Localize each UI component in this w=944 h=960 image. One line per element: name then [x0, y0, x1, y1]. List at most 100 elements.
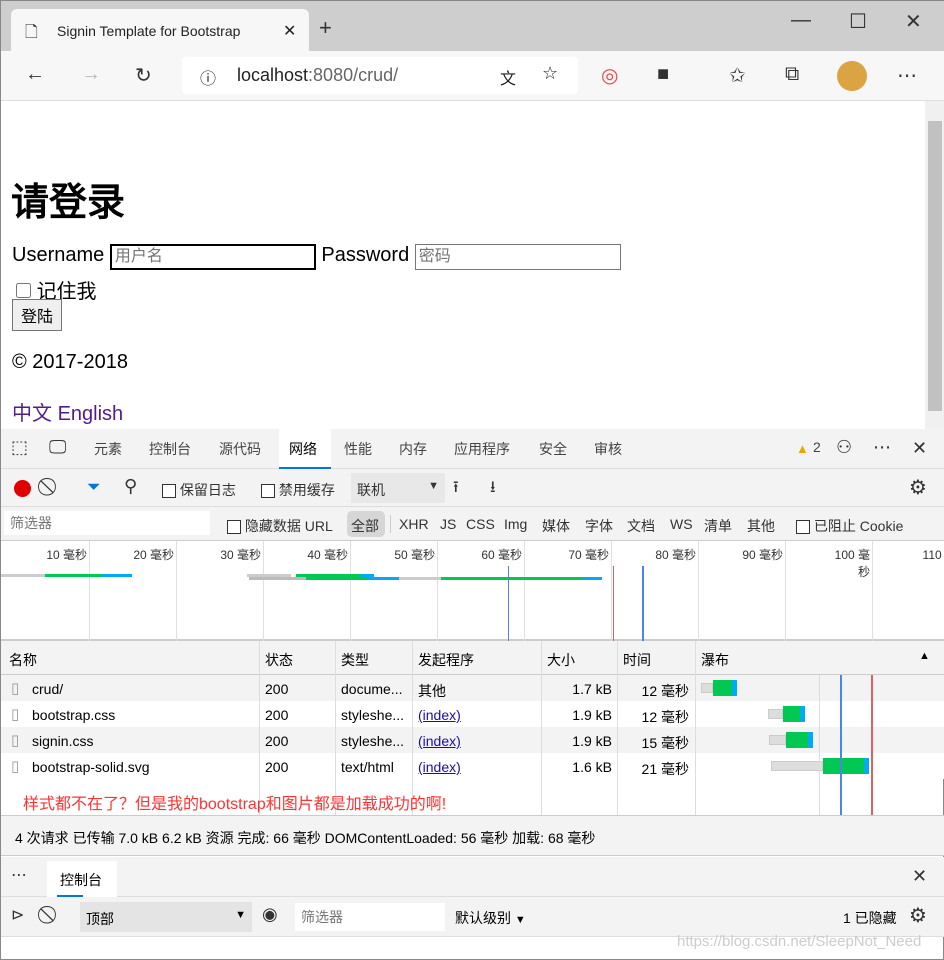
timeline-bar: [306, 577, 368, 580]
request-size: 1.9 kB: [572, 707, 612, 723]
password-label: Password: [321, 244, 410, 266]
extension2-icon[interactable]: ■: [657, 63, 669, 86]
back-icon[interactable]: ←: [25, 63, 45, 86]
overview-timeline[interactable]: 10 毫秒 20 毫秒 30 毫秒 40 毫秒 50 毫秒 60 毫秒 70 毫秒 80 毫秒…: [1, 541, 944, 641]
table-row[interactable]: ▯ signin.css 200 styleshe... (index) 1.9…: [1, 727, 944, 753]
tab-security[interactable]: 安全: [539, 439, 567, 459]
warning-icon[interactable]: ▲: [796, 441, 809, 456]
preserve-log-label: 保留日志: [179, 482, 236, 498]
request-name[interactable]: bootstrap-solid.svg: [32, 759, 150, 775]
devtools-tabs: ⬚ 🖵 元素 控制台 源代码 网络 性能 内存 应用程序 安全 审核 ▲ 2 ⚇ …: [1, 429, 944, 469]
table-row[interactable]: ▯ bootstrap.css 200 styleshe... (index) …: [1, 701, 944, 727]
filter-media[interactable]: 媒体: [542, 516, 570, 536]
device-icon[interactable]: 🖵: [49, 437, 66, 458]
sort-ascending-icon[interactable]: ▲: [919, 650, 930, 662]
timeline-marker: [613, 566, 614, 641]
filter-js[interactable]: JS: [440, 516, 456, 532]
console-gear-icon[interactable]: ⚙: [909, 903, 927, 928]
record-icon[interactable]: [14, 480, 31, 497]
collections-icon[interactable]: ⧉: [785, 63, 799, 86]
filter-all[interactable]: 全部: [347, 511, 385, 537]
import-har-icon[interactable]: ⭱: [453, 476, 459, 503]
console-filter-input[interactable]: [295, 903, 445, 931]
timeline-tick: 40 毫秒: [307, 548, 348, 562]
col-initiator[interactable]: 发起程序: [418, 650, 474, 670]
request-initiator[interactable]: (index): [418, 707, 461, 723]
password-input[interactable]: [414, 244, 621, 270]
translate-icon[interactable]: 文: [500, 65, 516, 89]
refresh-icon[interactable]: ↻: [135, 63, 152, 88]
tab-network[interactable]: 网络: [289, 439, 317, 459]
search-icon[interactable]: ⚲: [124, 476, 137, 497]
tab-audits[interactable]: 审核: [594, 439, 622, 459]
tab-elements[interactable]: 元素: [94, 439, 122, 459]
filter-icon[interactable]: ⏷: [87, 477, 101, 497]
new-tab-icon[interactable]: +: [319, 15, 332, 41]
remember-checkbox[interactable]: [16, 283, 31, 298]
tab-performance[interactable]: 性能: [344, 439, 372, 459]
col-status[interactable]: 状态: [265, 650, 293, 670]
avatar[interactable]: [837, 61, 867, 91]
extension-icon[interactable]: ◎: [601, 63, 618, 88]
warning-count[interactable]: 2: [813, 439, 821, 455]
close-devtools-icon[interactable]: ✕: [912, 438, 927, 459]
more-icon[interactable]: ⋯: [897, 63, 917, 88]
filter-manifest[interactable]: 清单: [704, 516, 732, 536]
filter-doc[interactable]: 文档: [627, 516, 655, 536]
hide-data-url-checkbox[interactable]: [227, 520, 241, 535]
minimize-icon[interactable]: —: [791, 9, 811, 32]
tab-memory[interactable]: 内存: [399, 439, 427, 459]
request-name[interactable]: crud/: [32, 681, 63, 697]
favorite-star-icon[interactable]: ☆: [542, 63, 558, 84]
context-select[interactable]: 顶部 ▼: [80, 902, 252, 932]
tab-application[interactable]: 应用程序: [454, 439, 510, 459]
inspect-icon[interactable]: ⬚: [11, 437, 28, 458]
request-name[interactable]: signin.css: [32, 733, 93, 749]
gear-icon[interactable]: ⚙: [909, 475, 927, 500]
more-tools-icon[interactable]: ⋯: [873, 437, 891, 458]
drawer-tab-console[interactable]: 控制台: [47, 861, 117, 897]
login-button[interactable]: 登陆: [12, 299, 63, 331]
eye-icon[interactable]: ◉: [262, 904, 278, 925]
lang-en-link[interactable]: English: [58, 403, 124, 425]
lang-zh-link[interactable]: 中文: [12, 403, 52, 425]
table-row[interactable]: ▯ crud/ 200 docume... 其他 1.7 kB 12 毫秒: [1, 675, 944, 701]
filter-xhr[interactable]: XHR: [399, 516, 429, 532]
maximize-icon[interactable]: ☐: [849, 9, 867, 34]
blocked-cookies-checkbox[interactable]: [796, 520, 810, 535]
col-waterfall[interactable]: 瀑布: [701, 650, 729, 670]
col-size[interactable]: 大小: [547, 650, 575, 670]
close-drawer-icon[interactable]: ✕: [912, 866, 927, 887]
browser-tab[interactable]: 🗋 Signin Template for Bootstrap ✕: [11, 9, 309, 51]
col-type[interactable]: 类型: [341, 650, 369, 670]
disable-cache-checkbox[interactable]: [261, 484, 275, 499]
export-har-icon[interactable]: ⭳: [490, 476, 496, 503]
scrollbar-thumb[interactable]: [928, 121, 942, 411]
tab-console[interactable]: 控制台: [149, 439, 191, 459]
close-tab-icon[interactable]: ✕: [283, 21, 296, 41]
hidden-count[interactable]: 1 已隐藏: [843, 908, 897, 928]
col-name[interactable]: 名称: [9, 650, 37, 670]
request-initiator[interactable]: (index): [418, 759, 461, 775]
request-initiator[interactable]: (index): [418, 733, 461, 749]
favorites-icon[interactable]: ✩: [729, 63, 746, 88]
request-name[interactable]: bootstrap.css: [32, 707, 115, 723]
filter-css[interactable]: CSS: [466, 516, 495, 532]
sidebar-toggle-icon[interactable]: ⊳: [11, 905, 24, 925]
filter-ws[interactable]: WS: [670, 516, 693, 532]
username-input[interactable]: [109, 244, 316, 270]
drawer-more-icon[interactable]: ⋯: [11, 865, 27, 885]
feedback-icon[interactable]: ⚇: [836, 437, 852, 458]
filter-other[interactable]: 其他: [747, 516, 775, 536]
log-level-select[interactable]: 默认级别 ▼: [455, 908, 526, 928]
close-window-icon[interactable]: ✕: [905, 9, 922, 34]
col-time[interactable]: 时间: [623, 650, 651, 670]
tab-sources[interactable]: 源代码: [219, 439, 261, 459]
filter-font[interactable]: 字体: [585, 516, 613, 536]
url-field[interactable]: ⓘ localhost:8080/crud/文 ☆: [182, 57, 578, 94]
throttle-select[interactable]: 联机 ▼: [351, 473, 445, 503]
filter-img[interactable]: Img: [504, 516, 527, 532]
table-row[interactable]: ▯ bootstrap-solid.svg 200 text/html (ind…: [1, 753, 944, 779]
network-filter-input[interactable]: [4, 511, 210, 535]
preserve-log-checkbox[interactable]: [162, 484, 176, 499]
